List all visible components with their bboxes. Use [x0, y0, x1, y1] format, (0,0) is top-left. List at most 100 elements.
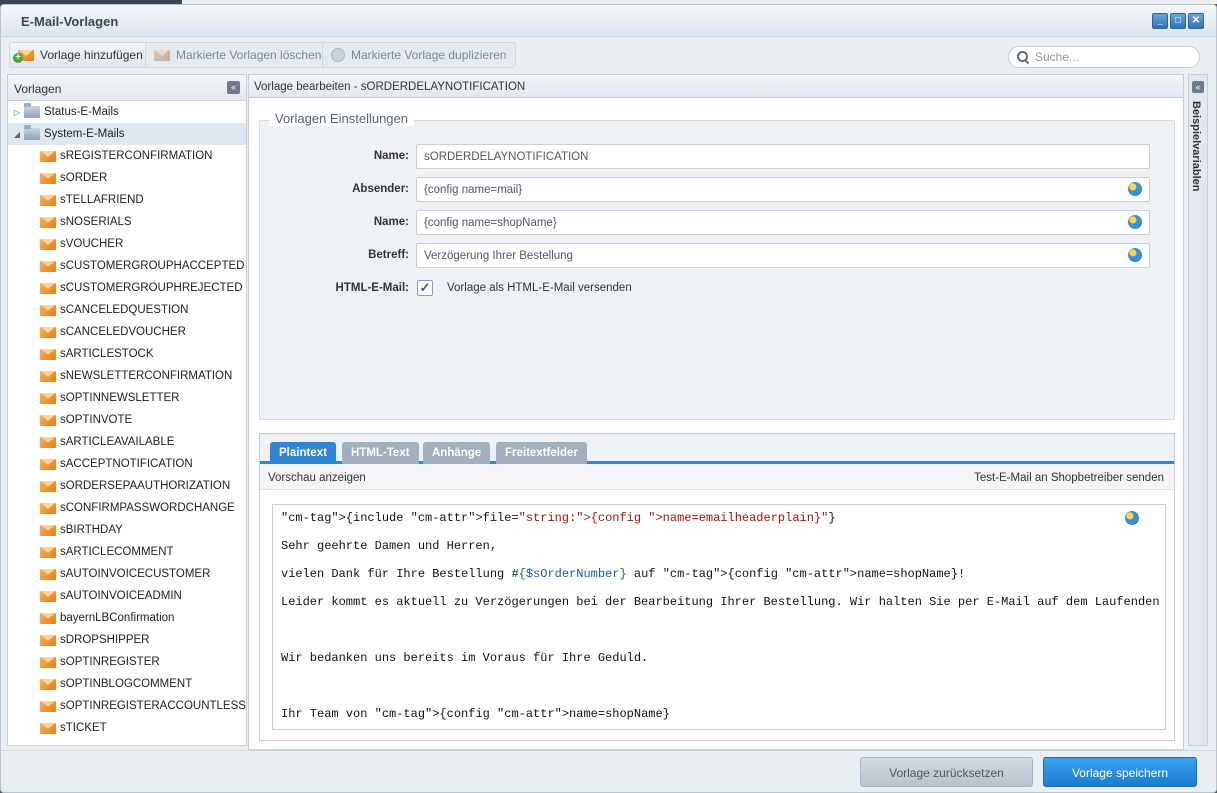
- editor-header-title: Vorlage bearbeiten - sORDERDELAYNOTIFICA…: [254, 81, 526, 93]
- template-item[interactable]: sCONFIRMPASSWORDCHANGE: [8, 497, 246, 519]
- template-item[interactable]: sTICKET: [8, 717, 246, 739]
- close-button[interactable]: ✕: [1188, 13, 1204, 29]
- plaintext-code-editor[interactable]: "cm-tag">{include "cm-attr">file="string…: [272, 504, 1166, 730]
- html-email-checkbox[interactable]: ✓: [417, 280, 433, 296]
- envelope-icon: [40, 194, 56, 206]
- template-item[interactable]: sCANCELEDQUESTION: [8, 299, 246, 321]
- template-item-label: sOPTINREGISTERACCOUNTLESS: [60, 700, 246, 712]
- template-item[interactable]: sAUTOINVOICECUSTOMER: [8, 563, 246, 585]
- folder-status-emails[interactable]: ▷ Status-E-Mails: [8, 101, 246, 123]
- template-item-label: sAUTOINVOICECUSTOMER: [60, 568, 211, 580]
- template-item-label: sREGISTERCONFIRMATION: [60, 150, 213, 162]
- folder-system-emails[interactable]: ◢ System-E-Mails: [8, 123, 246, 145]
- template-item[interactable]: sORDERSEPAAUTHORIZATION: [8, 475, 246, 497]
- expand-panel-icon[interactable]: «: [1192, 81, 1204, 93]
- template-item[interactable]: sVOUCHER: [8, 233, 246, 255]
- template-item[interactable]: sCUSTOMERGROUPHACCEPTED: [8, 255, 246, 277]
- envelope-icon: [40, 216, 56, 228]
- template-item-label: sDROPSHIPPER: [60, 634, 150, 646]
- template-item[interactable]: bayernLBConfirmation: [8, 607, 246, 629]
- envelope-icon: [40, 678, 56, 690]
- subject-field[interactable]: Verzögerung Ihrer Bestellung: [416, 243, 1150, 268]
- translate-globe-icon[interactable]: [1128, 248, 1142, 262]
- name-field[interactable]: sORDERDELAYNOTIFICATION: [416, 144, 1150, 169]
- template-item[interactable]: sARTICLESTOCK: [8, 343, 246, 365]
- tab-free-text-fields[interactable]: Freitextfelder: [496, 442, 587, 464]
- template-item-label: sNOSERIALS: [60, 216, 132, 228]
- template-item[interactable]: sARTICLEAVAILABLE: [8, 431, 246, 453]
- template-item[interactable]: sOPTINREGISTERACCOUNTLESS: [8, 695, 246, 717]
- subject-label: Betreff:: [368, 249, 409, 261]
- template-item[interactable]: sOPTINBLOGCOMMENT: [8, 673, 246, 695]
- footer-bar: Vorlage zurücksetzen Vorlage speichern: [1, 750, 1216, 792]
- template-item-label: sVOUCHER: [60, 238, 124, 250]
- sender-field[interactable]: {config name=mail}: [416, 177, 1150, 202]
- template-item[interactable]: sDROPSHIPPER: [8, 629, 246, 651]
- template-item[interactable]: sNEWSLETTERCONFIRMATION: [8, 365, 246, 387]
- tab-attachments[interactable]: Anhänge: [423, 442, 491, 464]
- template-item[interactable]: sOPTINVOTE: [8, 409, 246, 431]
- translate-globe-icon[interactable]: [1125, 511, 1139, 525]
- title-bar: E-Mail-Vorlagen _ □ ✕: [1, 5, 1216, 37]
- add-template-button[interactable]: Vorlage hinzufügen: [9, 42, 153, 68]
- collapse-sidebar-button[interactable]: «: [227, 81, 240, 94]
- code-line: Sehr geehrte Damen und Herren,: [281, 539, 498, 553]
- tab-html-text[interactable]: HTML-Text: [342, 442, 419, 464]
- template-item-label: sCANCELEDQUESTION: [60, 304, 189, 316]
- template-item-label: sARTICLECOMMENT: [60, 546, 174, 558]
- example-variables-panel[interactable]: « Beispielvariablen: [1188, 74, 1208, 746]
- minimize-button[interactable]: _: [1152, 13, 1168, 29]
- folder-label: System-E-Mails: [44, 128, 125, 140]
- translate-globe-icon[interactable]: [1128, 182, 1142, 196]
- template-item[interactable]: sCUSTOMERGROUPHREJECTED: [8, 277, 246, 299]
- template-item[interactable]: sOPTINREGISTER: [8, 651, 246, 673]
- search-icon: [1017, 51, 1029, 63]
- template-item[interactable]: sORDER: [8, 167, 246, 189]
- save-template-button[interactable]: Vorlage speichern: [1043, 757, 1197, 787]
- envelope-icon: [40, 458, 56, 470]
- send-test-mail-button[interactable]: Test-E-Mail an Shopbetreiber senden: [974, 472, 1164, 484]
- envelope-icon: [40, 436, 56, 448]
- search-input[interactable]: [1035, 50, 1185, 64]
- duplicate-template-button[interactable]: Markierte Vorlage duplizieren: [322, 42, 517, 68]
- template-item[interactable]: sACCEPTNOTIFICATION: [8, 453, 246, 475]
- template-item[interactable]: sREGISTERCONFIRMATION: [8, 145, 246, 167]
- collapse-arrow-icon[interactable]: ◢: [12, 130, 22, 139]
- envelope-icon: [40, 700, 56, 712]
- add-template-label: Vorlage hinzufügen: [40, 48, 143, 62]
- show-preview-button[interactable]: Vorschau anzeigen: [268, 472, 366, 484]
- translate-globe-icon[interactable]: [1128, 215, 1142, 229]
- html-email-label: HTML-E-Mail:: [335, 282, 409, 294]
- template-item[interactable]: sBIRTHDAY: [8, 519, 246, 541]
- template-tree: ▷ Status-E-Mails ◢ System-E-Mails sREGIS…: [8, 101, 246, 739]
- editor-action-bar: Vorschau anzeigen Test-E-Mail an Shopbet…: [260, 464, 1174, 490]
- folder-icon: [24, 103, 40, 118]
- template-item[interactable]: sAUTOINVOICEADMIN: [8, 585, 246, 607]
- envelope-icon: [40, 480, 56, 492]
- code-line: "cm-tag">{include "cm-attr">file="string…: [281, 511, 836, 525]
- template-item[interactable]: sNOSERIALS: [8, 211, 246, 233]
- template-item-label: sTICKET: [60, 722, 107, 734]
- window-title: E-Mail-Vorlagen: [21, 14, 119, 29]
- template-item[interactable]: sTELLAFRIEND: [8, 189, 246, 211]
- sidebar-header: Vorlagen «: [8, 75, 246, 101]
- sidebar-title: Vorlagen: [14, 82, 62, 96]
- maximize-button[interactable]: □: [1170, 13, 1186, 29]
- template-item-label: sTELLAFRIEND: [60, 194, 144, 206]
- template-item[interactable]: sOPTINNEWSLETTER: [8, 387, 246, 409]
- sender-name-value: {config name=shopName}: [424, 216, 557, 229]
- email-templates-window: E-Mail-Vorlagen _ □ ✕ Vorlage hinzufügen…: [0, 4, 1217, 793]
- reset-template-button[interactable]: Vorlage zurücksetzen: [860, 757, 1033, 787]
- sender-name-field[interactable]: {config name=shopName}: [416, 210, 1150, 235]
- envelope-icon: [40, 722, 56, 734]
- envelope-icon: [40, 656, 56, 668]
- template-item[interactable]: sCANCELEDVOUCHER: [8, 321, 246, 343]
- envelope-icon: [40, 260, 56, 272]
- tab-plaintext[interactable]: Plaintext: [270, 442, 336, 464]
- subject-row: Betreff: Verzögerung Ihrer Bestellung: [260, 243, 1174, 269]
- template-item-label: sARTICLEAVAILABLE: [60, 436, 175, 448]
- template-item-label: sNEWSLETTERCONFIRMATION: [60, 370, 233, 382]
- delete-templates-button[interactable]: Markierte Vorlagen löschen: [145, 42, 332, 68]
- expand-arrow-icon[interactable]: ▷: [12, 108, 22, 117]
- template-item[interactable]: sARTICLECOMMENT: [8, 541, 246, 563]
